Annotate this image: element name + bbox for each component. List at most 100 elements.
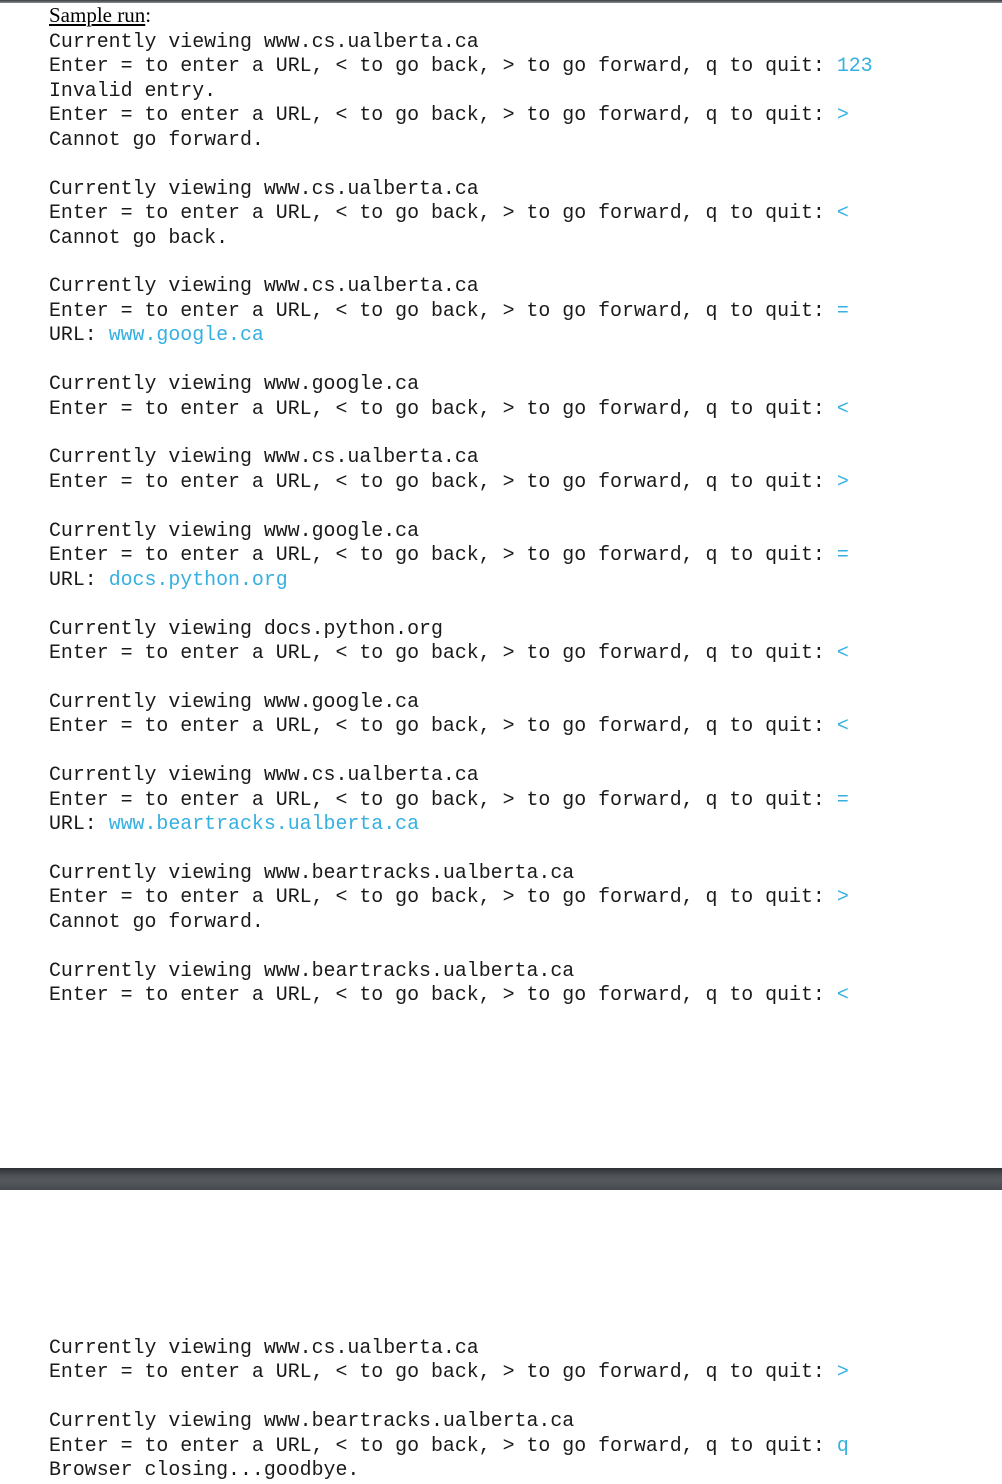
console-line: Currently viewing www.google.ca — [49, 372, 873, 396]
user-input: > — [836, 1360, 849, 1384]
console-line: Cannot go forward. — [49, 128, 873, 152]
user-input: 123 — [836, 54, 873, 78]
console-line: Enter = to enter a URL, < to go back, > … — [49, 1434, 849, 1458]
console-line: URL: www.beartracks.ualberta.ca — [49, 812, 873, 836]
output-text: Enter = to enter a URL, < to go back, > … — [49, 103, 837, 127]
document-page-2: Currently viewing www.cs.ualberta.ca Ente… — [0, 1190, 1002, 1484]
user-input: = — [836, 787, 849, 811]
user-input: < — [836, 396, 849, 420]
output-text: Currently viewing www.google.ca — [49, 689, 420, 713]
user-input: > — [836, 103, 849, 127]
console-line: Currently viewing www.cs.ualberta.ca — [49, 763, 873, 787]
console-line: Currently viewing www.cs.ualberta.ca — [49, 177, 873, 201]
output-text: Enter = to enter a URL, < to go back, > … — [49, 885, 837, 909]
user-input: www.beartracks.ualberta.ca — [108, 812, 420, 835]
console-line: Currently viewing www.cs.ualberta.ca — [49, 274, 873, 298]
output-text: Enter = to enter a URL, < to go back, > … — [49, 1433, 837, 1457]
console-line: Enter = to enter a URL, < to go back, > … — [49, 201, 873, 225]
output-text: Enter = to enter a URL, < to go back, > … — [49, 787, 837, 811]
output-text: Currently viewing www.cs.ualberta.ca — [49, 274, 479, 298]
console-line: Browser closing...goodbye. — [49, 1458, 849, 1482]
output-text: Currently viewing www.beartracks.ualbert… — [49, 860, 575, 884]
output-text: Enter = to enter a URL, < to go back, > … — [49, 640, 837, 664]
output-text: Currently viewing www.beartracks.ualbert… — [49, 1409, 575, 1433]
console-line: URL: docs.python.org — [49, 568, 873, 592]
output-text: Enter = to enter a URL, < to go back, > … — [49, 1360, 837, 1384]
output-text: Enter = to enter a URL, < to go back, > … — [49, 714, 837, 738]
console-line: Invalid entry. — [49, 79, 873, 103]
output-text: Currently viewing www.cs.ualberta.ca — [49, 30, 479, 53]
user-input: < — [836, 983, 849, 1007]
output-text: Enter = to enter a URL, < to go back, > … — [49, 543, 837, 567]
user-input: = — [836, 298, 849, 322]
output-text: Enter = to enter a URL, < to go back, > … — [49, 396, 837, 420]
output-text: Currently viewing docs.python.org — [49, 616, 443, 640]
user-input: q — [836, 1433, 849, 1457]
console-line: Enter = to enter a URL, < to go back, > … — [49, 299, 873, 323]
output-text: URL: — [49, 567, 109, 591]
console-line: Currently viewing www.cs.ualberta.ca — [49, 1336, 849, 1360]
output-text: Enter = to enter a URL, < to go back, > … — [49, 983, 837, 1007]
output-text: Currently viewing www.google.ca — [49, 372, 420, 396]
output-text: Currently viewing www.cs.ualberta.ca — [49, 176, 479, 200]
user-input: www.google.ca — [108, 323, 264, 347]
user-input: < — [836, 201, 849, 225]
console-line: Enter = to enter a URL, < to go back, > … — [49, 788, 873, 812]
console-line: Enter = to enter a URL, < to go back, > … — [49, 54, 873, 78]
console-line: Enter = to enter a URL, < to go back, > … — [49, 543, 873, 567]
output-text: Enter = to enter a URL, < to go back, > … — [49, 54, 837, 78]
console-line: Enter = to enter a URL, < to go back, > … — [49, 983, 873, 1007]
console-line: Enter = to enter a URL, < to go back, > … — [49, 470, 873, 494]
console-line: Cannot go back. — [49, 226, 873, 250]
output-text: Cannot go forward. — [49, 909, 264, 933]
console-line: Enter = to enter a URL, < to go back, > … — [49, 714, 873, 738]
console-line: URL: www.google.ca — [49, 323, 873, 347]
heading-colon: : — [145, 3, 152, 27]
output-text: Enter = to enter a URL, < to go back, > … — [49, 469, 837, 493]
heading-text: Sample run — [49, 3, 146, 27]
output-text: Cannot go back. — [49, 225, 229, 249]
output-text: Enter = to enter a URL, < to go back, > … — [49, 298, 837, 322]
console-line: Enter = to enter a URL, < to go back, > … — [49, 397, 873, 421]
user-input: > — [836, 885, 849, 909]
user-input: docs.python.org — [108, 567, 288, 591]
console-line: Enter = to enter a URL, < to go back, > … — [49, 641, 873, 665]
user-input: = — [836, 543, 849, 567]
output-text: Enter = to enter a URL, < to go back, > … — [49, 201, 837, 225]
console-line: Currently viewing www.google.ca — [49, 690, 873, 714]
output-text: Cannot go forward. — [49, 127, 264, 151]
output-text: Currently viewing www.cs.ualberta.ca — [49, 445, 479, 469]
page-separator — [0, 1168, 1002, 1190]
sample-run-heading: Sample run: — [49, 3, 151, 27]
console-line: Currently viewing www.beartracks.ualbert… — [49, 959, 873, 983]
console-line: Currently viewing www.google.ca — [49, 519, 873, 543]
console-line: Currently viewing docs.python.org — [49, 617, 873, 641]
console-line: Currently viewing www.cs.ualberta.ca — [49, 30, 873, 54]
console-line: Enter = to enter a URL, < to go back, > … — [49, 103, 873, 127]
output-text: Currently viewing www.cs.ualberta.ca — [49, 763, 479, 787]
output-text: Currently viewing www.cs.ualberta.ca — [49, 1336, 479, 1359]
console-line: Currently viewing www.beartracks.ualbert… — [49, 861, 873, 885]
output-text: Browser closing...goodbye. — [49, 1458, 360, 1482]
output-text: Currently viewing www.beartracks.ualbert… — [49, 958, 575, 982]
output-text: URL: — [49, 323, 109, 347]
document-page-1: Sample run: Currently viewing www.cs.ual… — [0, 3, 1002, 1168]
console-line: Currently viewing www.beartracks.ualbert… — [49, 1409, 849, 1433]
output-text: Invalid entry. — [49, 78, 217, 102]
user-input: > — [836, 469, 849, 493]
console-line: Enter = to enter a URL, < to go back, > … — [49, 1360, 849, 1384]
output-text: URL: — [49, 812, 109, 835]
user-input: < — [836, 714, 849, 738]
console-output-page-2: Currently viewing www.cs.ualberta.ca Ente… — [49, 1336, 849, 1483]
console-line: Enter = to enter a URL, < to go back, > … — [49, 885, 873, 909]
